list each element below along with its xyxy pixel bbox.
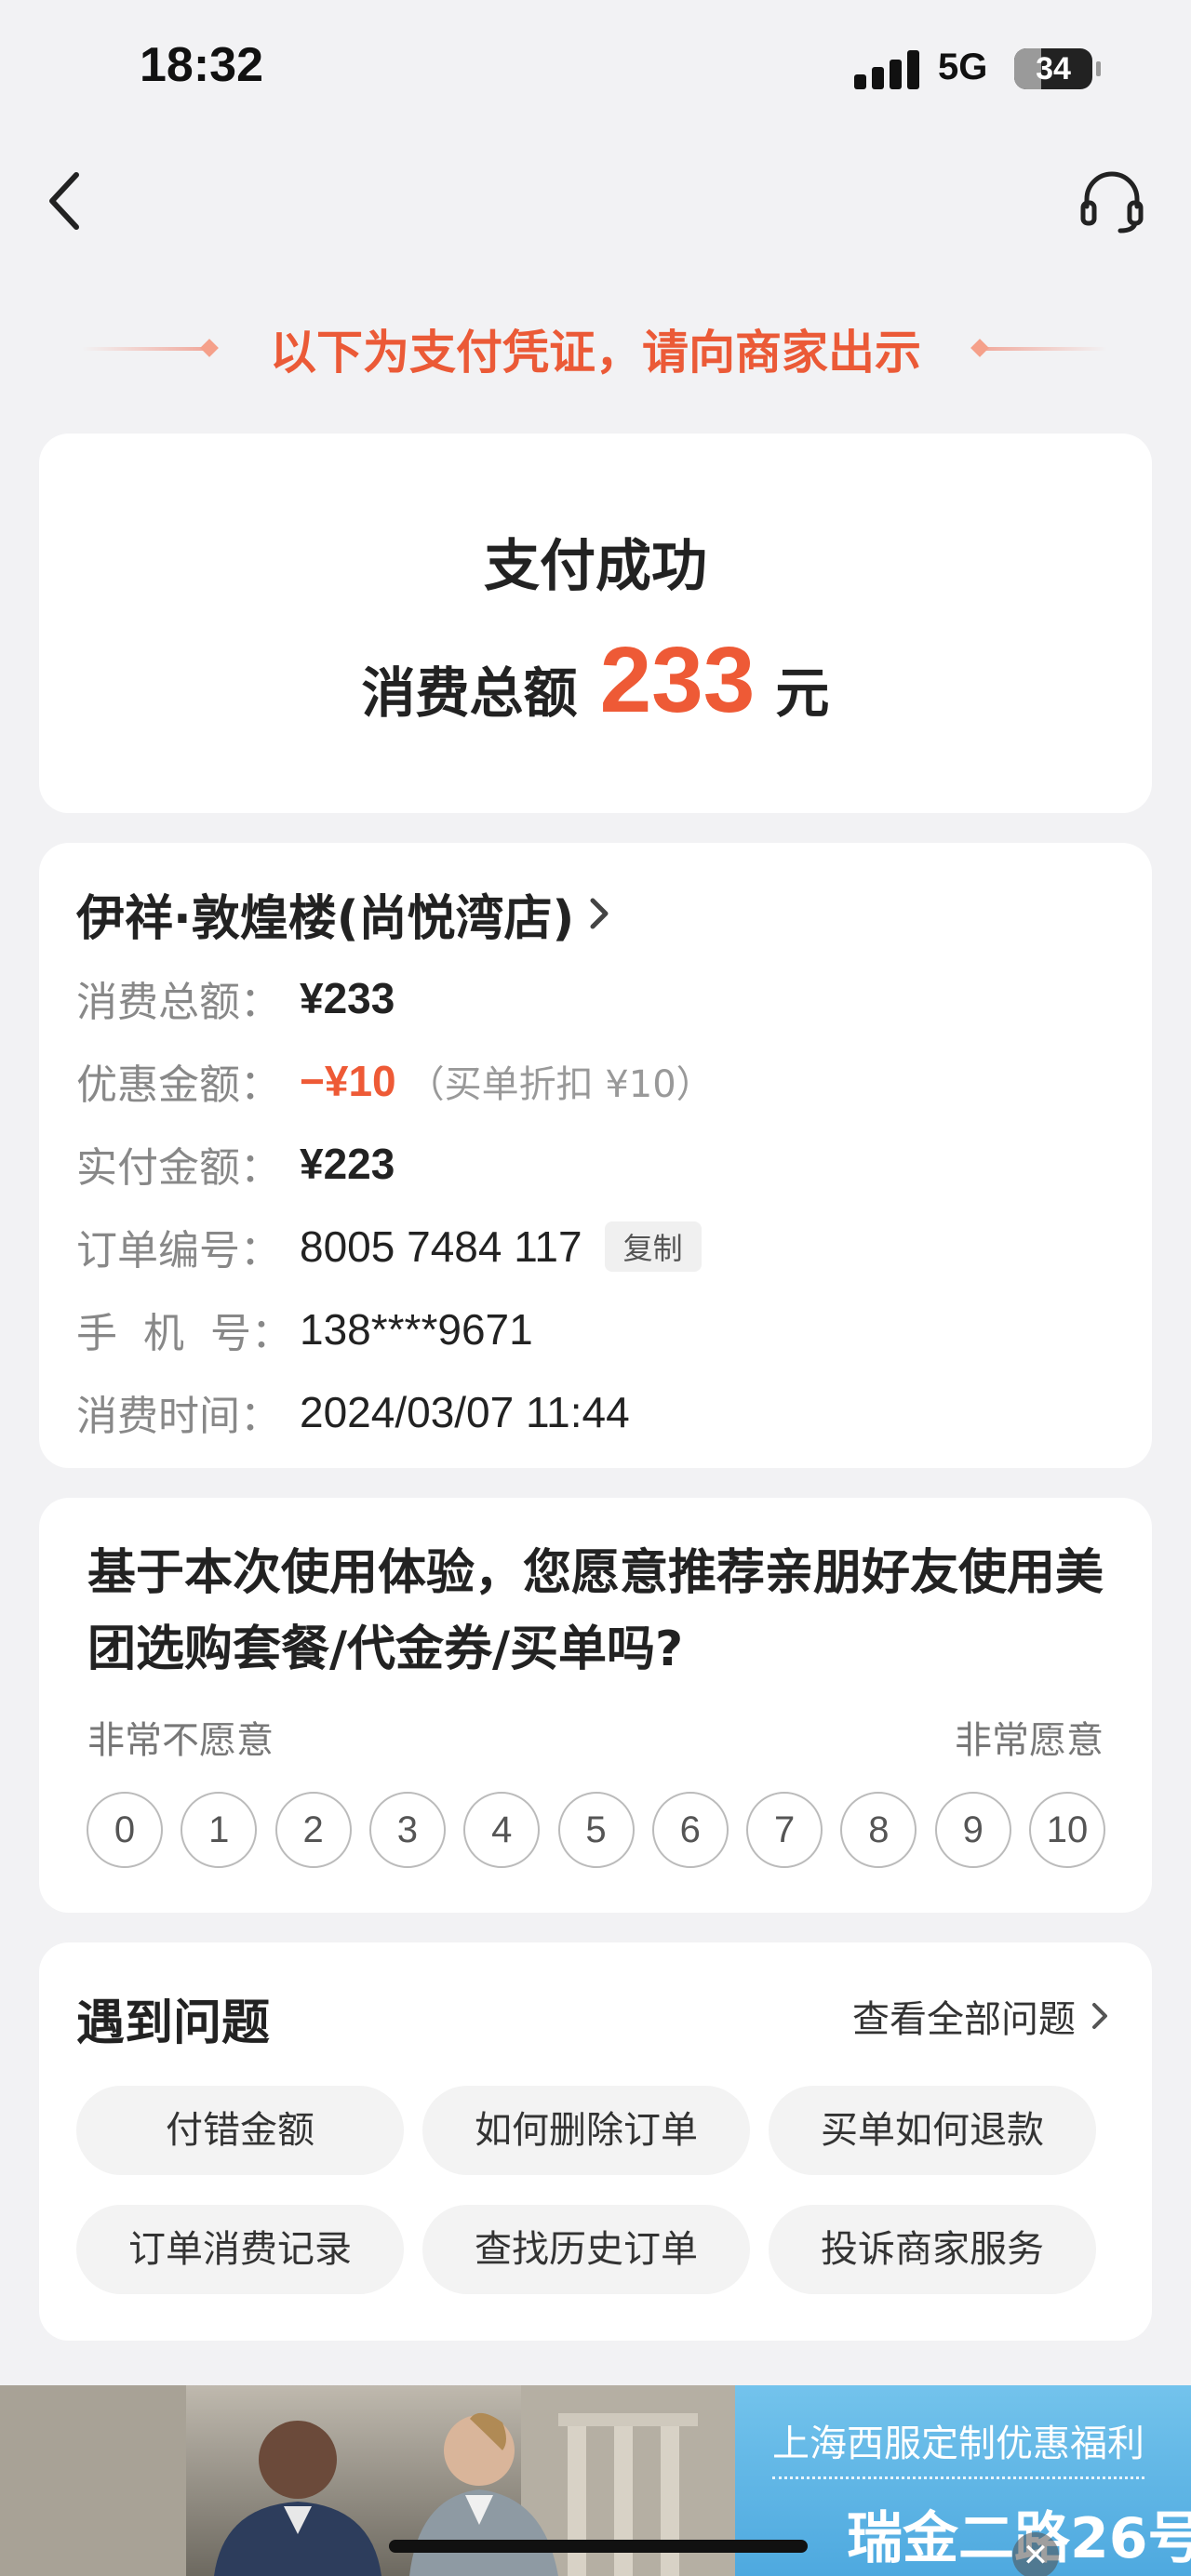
problem-chip[interactable]: 如何删除订单 [422, 2086, 750, 2175]
order-details-card: 伊祥·敦煌楼(尚悦湾店) 消费总额： ¥233 优惠金额： −¥10 （买单折扣… [39, 843, 1152, 1468]
ad-divider [772, 2476, 1144, 2479]
voucher-notice: 以下为支付凭证，请向商家出示 [0, 312, 1191, 386]
score-option-5[interactable]: 5 [557, 1792, 635, 1868]
detail-row-paid: 实付金额： ¥223 [76, 1131, 395, 1196]
score-option-9[interactable]: 9 [934, 1792, 1011, 1868]
total-amount-label: 消费总额 [361, 661, 578, 725]
battery-icon: 34 [1014, 48, 1092, 89]
survey-low-label: 非常不愿意 [87, 1719, 274, 1762]
total-amount-row: 消费总额 233 元 [39, 627, 1152, 734]
view-all-label: 查看全部问题 [852, 1998, 1076, 2041]
status-time: 18:32 [140, 38, 263, 92]
payment-success-card: 支付成功 消费总额 233 元 [39, 434, 1152, 813]
total-amount-value: 233 [599, 628, 756, 732]
detail-row-discount: 优惠金额： −¥10 （买单折扣 ¥10） [76, 1048, 714, 1114]
home-indicator [389, 2540, 808, 2553]
detail-value: ¥233 [300, 974, 395, 1022]
discount-value: −¥10 [300, 1057, 396, 1105]
score-option-10[interactable]: 10 [1029, 1792, 1105, 1868]
payment-status: 支付成功 [484, 534, 707, 599]
detail-row-total: 消费总额： ¥233 [76, 966, 395, 1031]
merchant-link[interactable]: 伊祥·敦煌楼(尚悦湾店) [76, 876, 613, 951]
detail-label: 优惠金额： [76, 1061, 281, 1109]
problem-chip[interactable]: 付错金额 [76, 2086, 404, 2175]
detail-label: 实付金额： [76, 1144, 281, 1192]
survey-high-label: 非常愿意 [955, 1719, 1104, 1762]
score-option-8[interactable]: 8 [840, 1792, 917, 1868]
detail-label: 消费总额： [76, 979, 281, 1026]
battery-cap [1096, 61, 1101, 76]
merchant-name: 伊祥·敦煌楼(尚悦湾店) [76, 890, 575, 947]
problem-chip[interactable]: 查找历史订单 [422, 2205, 750, 2294]
problem-chip[interactable]: 订单消费记录 [76, 2205, 404, 2294]
discount-note: （买单折扣 ¥10） [407, 1063, 714, 1106]
order-number: 8005 7484 117 [300, 1222, 582, 1271]
view-all-problems-link[interactable]: 查看全部问题 [852, 1989, 1111, 2043]
chevron-left-icon [49, 172, 79, 230]
chevron-right-icon [1092, 2003, 1107, 2029]
score-option-6[interactable]: 6 [651, 1792, 729, 1868]
network-type: 5G [938, 47, 988, 87]
close-ad-button[interactable]: ✕ [1012, 2532, 1059, 2576]
problems-card: 遇到问题 查看全部问题 付错金额 如何删除订单 买单如何退款 订单消费记录 查找… [39, 1942, 1152, 2341]
score-option-3[interactable]: 3 [368, 1792, 446, 1868]
detail-label: 消费时间： [76, 1393, 281, 1440]
ad-title: 上海西服定制优惠福利 [772, 2423, 1144, 2465]
headset-icon [1080, 171, 1144, 234]
detail-value: ¥223 [300, 1140, 395, 1188]
close-icon: ✕ [1022, 2537, 1050, 2574]
problems-title: 遇到问题 [76, 1995, 271, 2051]
phone-number: 138****9671 [300, 1305, 533, 1354]
voucher-notice-text: 以下为支付凭证，请向商家出示 [270, 326, 921, 380]
detail-row-order-number: 订单编号： 8005 7484 117 复制 [76, 1214, 702, 1279]
customer-service-button[interactable] [1077, 166, 1146, 234]
chevron-right-icon [590, 898, 609, 929]
score-option-7[interactable]: 7 [746, 1792, 823, 1868]
score-option-0[interactable]: 0 [87, 1792, 163, 1868]
survey-question: 基于本次使用体验，您愿意推荐亲朋好友使用美团选购套餐/代金券/买单吗? [87, 1545, 1104, 1677]
currency-unit: 元 [775, 661, 830, 725]
detail-label: 手 机 号： [76, 1310, 292, 1357]
battery-level: 34 [1036, 51, 1071, 87]
consumption-time: 2024/03/07 11:44 [300, 1388, 630, 1436]
problem-chip[interactable]: 买单如何退款 [769, 2086, 1096, 2175]
score-option-1[interactable]: 1 [181, 1792, 258, 1868]
status-bar: 18:32 5G 34 [0, 0, 1191, 140]
back-button[interactable] [41, 164, 97, 238]
detail-row-phone: 手 机 号： 138****9671 [76, 1297, 533, 1362]
signal-icon [854, 48, 921, 89]
detail-label: 订单编号： [76, 1227, 281, 1275]
detail-row-time: 消费时间： 2024/03/07 11:44 [76, 1380, 630, 1445]
score-option-2[interactable]: 2 [274, 1792, 352, 1868]
score-option-4[interactable]: 4 [463, 1792, 541, 1868]
problem-chip[interactable]: 投诉商家服务 [769, 2205, 1096, 2294]
copy-button[interactable]: 复制 [604, 1221, 702, 1272]
